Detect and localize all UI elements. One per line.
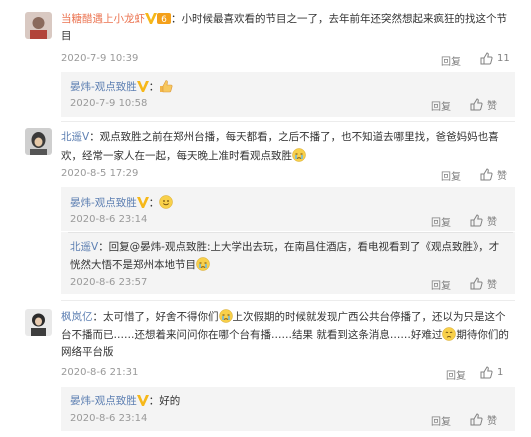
reply-button[interactable]: 回复 bbox=[441, 168, 461, 183]
reply-text: 晏炜-观点致胜 ：好的 bbox=[70, 394, 180, 410]
comment-text-cont: 台不播而已……还想着来问问你在哪个台有播……结果 就看到这条消息……好难过 期待你… bbox=[61, 327, 509, 341]
comment-date: 2020-8-6 21:31 bbox=[61, 367, 139, 378]
thumbs-up-icon bbox=[480, 52, 493, 65]
reply-text: 晏炜-观点致胜： bbox=[70, 195, 174, 212]
vip-level-icon: 6 bbox=[157, 13, 171, 28]
like-label: 赞 bbox=[487, 217, 497, 228]
reply-text: 北遥V：回复@晏炜-观点致胜:上大学出去玩，在南昌住酒店，看电视看到了《观点致胜… bbox=[70, 241, 500, 253]
thumbs-up-icon bbox=[470, 98, 483, 111]
sad-emoji-icon bbox=[442, 327, 457, 341]
avatar[interactable] bbox=[25, 309, 52, 336]
comment-username[interactable]: 枫岚亿 bbox=[61, 311, 93, 323]
comment-thread: 当糖醋遇上小龙虾 6 ：小时候最喜欢看的节目之一了，去年前年还突然想起来疯狂的找这个… bbox=[0, 0, 531, 437]
reply-divider bbox=[68, 232, 513, 233]
crying-emoji-icon bbox=[196, 257, 210, 271]
comment-username[interactable]: 当糖醋遇上小龙虾 bbox=[61, 13, 145, 25]
reply-username[interactable]: 北遥V bbox=[70, 241, 98, 253]
comment-text: 枫岚亿：太可惜了，好舍不得你们 上次假期的时候就发现广西公共台停播了，还以为只是这… bbox=[61, 309, 506, 323]
like-label: 赞 bbox=[487, 280, 497, 291]
like-label: 赞 bbox=[487, 101, 497, 112]
avatar[interactable] bbox=[25, 12, 52, 39]
like-button[interactable]: 赞 bbox=[470, 412, 497, 427]
avatar[interactable] bbox=[25, 128, 52, 155]
comment-date: 2020-8-5 17:29 bbox=[61, 168, 139, 179]
reply-date: 2020-8-6 23:14 bbox=[70, 413, 148, 424]
svg-text:6: 6 bbox=[161, 15, 167, 24]
reply-button[interactable]: 回复 bbox=[431, 214, 451, 229]
reply-date: 2020-8-6 23:57 bbox=[70, 277, 148, 288]
comment-text-cont: 网络平台版 bbox=[61, 346, 114, 358]
divider bbox=[61, 300, 515, 301]
comment-text-cont: 欢，经常一家人在一起，每天晚上准时看观点致胜 bbox=[61, 148, 306, 163]
like-label: 赞 bbox=[497, 171, 507, 182]
crying-emoji-icon bbox=[218, 309, 233, 323]
vip-badge-icon bbox=[145, 13, 157, 28]
reply-text: 晏炜-观点致胜： bbox=[70, 79, 173, 96]
like-button[interactable]: 11 bbox=[480, 52, 510, 65]
reply-button[interactable]: 回复 bbox=[441, 53, 461, 68]
comment-text: 当糖醋遇上小龙虾 6 ：小时候最喜欢看的节目之一了，去年前年还突然想起来疯狂的找这个… bbox=[61, 12, 507, 28]
verified-badge-icon bbox=[136, 81, 149, 96]
comment-text-cont: 目 bbox=[61, 30, 72, 42]
reply-button[interactable]: 回复 bbox=[446, 367, 466, 382]
thumbs-up-icon bbox=[480, 168, 493, 181]
reply-username[interactable]: 晏炜-观点致胜 bbox=[70, 197, 137, 209]
thumbs-up-emoji-icon bbox=[159, 79, 173, 93]
thumbs-up-icon bbox=[470, 277, 483, 290]
crying-emoji-icon bbox=[292, 148, 306, 162]
like-button[interactable]: 赞 bbox=[470, 97, 497, 112]
like-button[interactable]: 1 bbox=[480, 366, 503, 379]
like-count: 1 bbox=[497, 367, 504, 378]
thumbs-up-icon bbox=[470, 214, 483, 227]
thumbs-up-icon bbox=[470, 413, 483, 426]
smile-emoji-icon bbox=[159, 195, 174, 209]
divider bbox=[61, 121, 515, 122]
like-button[interactable]: 赞 bbox=[470, 276, 497, 291]
like-button[interactable]: 赞 bbox=[480, 167, 507, 182]
thumbs-up-icon bbox=[480, 366, 493, 379]
reply-date: 2020-8-6 23:14 bbox=[70, 214, 148, 225]
verified-badge-icon bbox=[136, 197, 149, 212]
reply-username[interactable]: 晏炜-观点致胜 bbox=[70, 81, 137, 93]
reply-button[interactable]: 回复 bbox=[431, 413, 451, 428]
reply-date: 2020-7-9 10:58 bbox=[70, 98, 148, 109]
like-count: 11 bbox=[497, 53, 510, 64]
comment-username[interactable]: 北遥V bbox=[61, 131, 89, 143]
like-button[interactable]: 赞 bbox=[470, 213, 497, 228]
verified-badge-icon bbox=[136, 395, 149, 410]
reply-username[interactable]: 晏炜-观点致胜 bbox=[70, 395, 137, 407]
reply-button[interactable]: 回复 bbox=[431, 98, 451, 113]
comment-date: 2020-7-9 10:39 bbox=[61, 53, 139, 64]
like-label: 赞 bbox=[487, 416, 497, 427]
reply-text-cont: 恍然大悟不是郑州本地节目 bbox=[70, 257, 210, 272]
comment-text: 北遥V：观点致胜之前在郑州台播，每天都看，之后不播了，也不知道去哪里找，爸爸妈妈… bbox=[61, 131, 499, 143]
reply-button[interactable]: 回复 bbox=[431, 277, 451, 292]
